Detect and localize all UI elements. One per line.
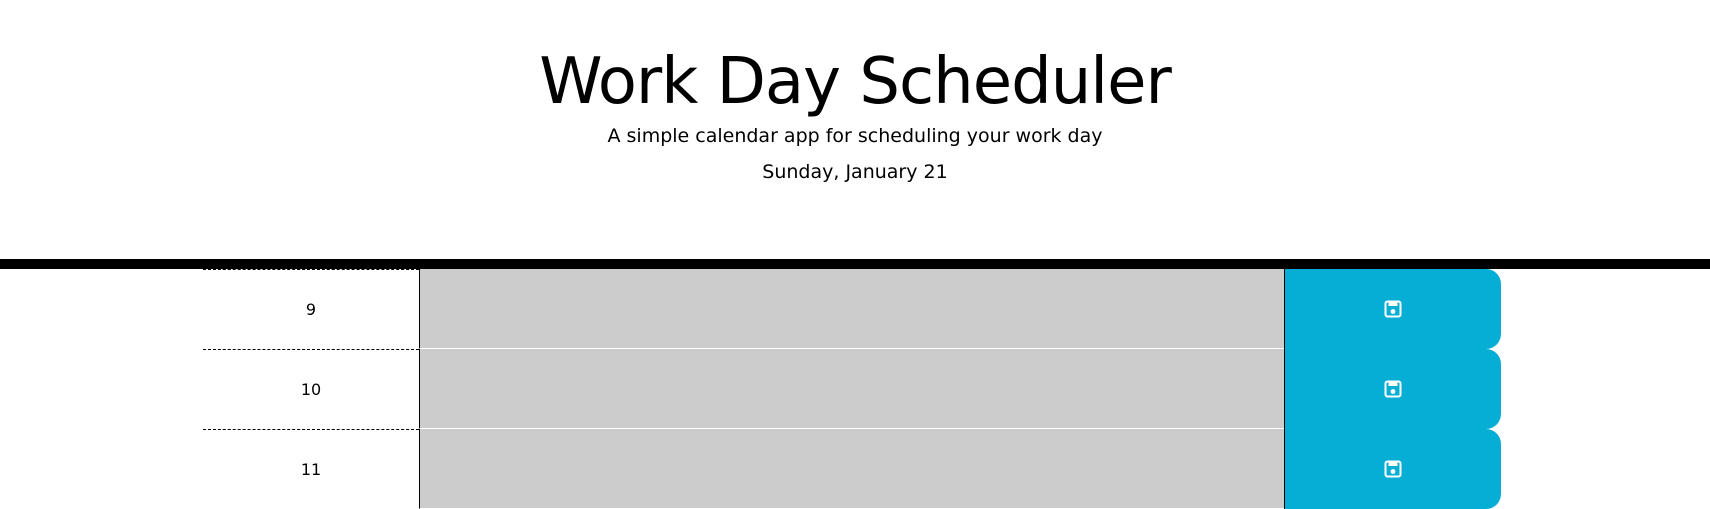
page-subtitle: A simple calendar app for scheduling you… <box>607 125 1103 147</box>
time-block-list: 9 10 11 <box>203 269 1501 509</box>
time-block-9: 9 <box>203 269 1501 349</box>
hour-label: 11 <box>203 429 419 509</box>
save-button[interactable] <box>1284 269 1501 349</box>
header: Work Day Scheduler A simple calendar app… <box>0 0 1710 269</box>
time-block-10: 10 <box>203 349 1501 429</box>
save-button[interactable] <box>1284 429 1501 509</box>
save-icon <box>1384 300 1402 318</box>
current-day: Sunday, January 21 <box>762 161 948 183</box>
hour-label: 10 <box>203 349 419 429</box>
save-icon <box>1384 460 1402 478</box>
save-icon <box>1384 380 1402 398</box>
save-button[interactable] <box>1284 349 1501 429</box>
time-block-11: 11 <box>203 429 1501 509</box>
hour-label: 9 <box>203 269 419 349</box>
page-title: Work Day Scheduler <box>539 45 1172 119</box>
event-description-input[interactable] <box>419 269 1284 349</box>
event-description-input[interactable] <box>419 429 1284 509</box>
event-description-input[interactable] <box>419 349 1284 429</box>
